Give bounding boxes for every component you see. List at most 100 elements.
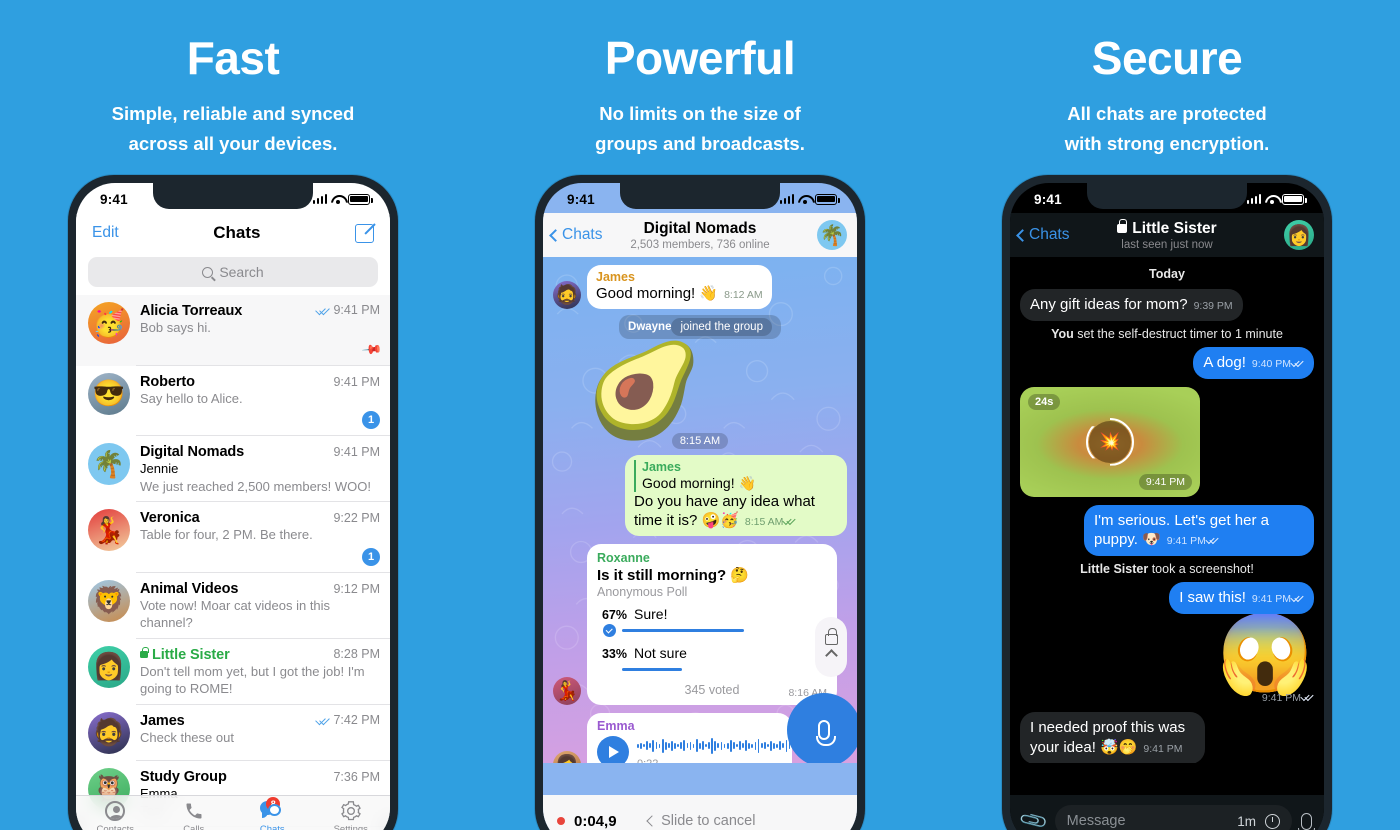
- paperclip-icon[interactable]: 📎: [1017, 804, 1050, 830]
- chat-list-item[interactable]: 🌴 Digital Nomads 9:41 PM Jennie We just reac…: [76, 436, 390, 503]
- recording-bar: 0:04,9 Slide to cancel: [543, 795, 857, 830]
- mic-icon[interactable]: [1298, 812, 1315, 830]
- group-avatar-emoji: 🌴: [819, 224, 845, 247]
- back-button[interactable]: Chats: [1016, 226, 1070, 244]
- message-row-incoming[interactable]: Any gift ideas for mom? 9:39 PM: [1020, 289, 1314, 321]
- message-bubble-out[interactable]: I saw this! 9:41 PM: [1169, 582, 1314, 614]
- headline-secure: Secure: [1091, 32, 1243, 84]
- chat-name: Animal Videos: [140, 581, 238, 597]
- avatar[interactable]: 🧔: [553, 280, 581, 309]
- group-chat-messages[interactable]: 🧔 James Good morning! 👋 8:12 AM Dwayne jo…: [543, 257, 857, 763]
- lock-icon: [140, 647, 149, 659]
- search-input[interactable]: Search: [88, 257, 378, 287]
- poll-option[interactable]: 33% Not sure: [597, 645, 827, 677]
- message-bubble-out[interactable]: I'm serious. Let's get her a puppy. 🐶 9:4…: [1084, 504, 1314, 557]
- message-row-outgoing[interactable]: I saw this! 9:41 PM: [1020, 582, 1314, 614]
- chat-preview: Say hello to Alice.: [140, 390, 243, 406]
- chat-list-item[interactable]: 🥳 Alicia Torreaux 9:41 PM Bob says hi. 📌: [76, 295, 390, 366]
- tab-chats[interactable]: 8 Chats: [233, 797, 312, 830]
- timer-icon[interactable]: [1265, 813, 1280, 829]
- group-avatar[interactable]: 🌴: [817, 220, 847, 250]
- message-bubble-out[interactable]: James Good morning! 👋 Do you have any id…: [625, 454, 847, 536]
- unread-badge: 1: [362, 411, 380, 430]
- record-lock-control[interactable]: [815, 617, 847, 677]
- subline-powerful-line2: groups and broadcasts.: [595, 132, 805, 154]
- subline-fast-line1: Simple, reliable and synced: [111, 103, 355, 124]
- avatar[interactable]: 🦁: [88, 579, 130, 622]
- slide-to-cancel[interactable]: Slide to cancel: [617, 813, 787, 829]
- message-bubble-in[interactable]: I needed proof this was your idea! 🤯🤭 9:4…: [1020, 711, 1205, 763]
- service-message-join: Dwayne joined the group: [553, 314, 847, 339]
- message-row-incoming[interactable]: 🧔 James Good morning! 👋 8:12 AM: [553, 265, 847, 309]
- subline-fast: Simple, reliable and synced across all y…: [0, 99, 466, 158]
- poll-card[interactable]: Roxanne Is it still morning? 🤔 Anonymous…: [587, 543, 837, 705]
- self-destruct-photo-row[interactable]: 24s 💥 9:41 PM: [1020, 386, 1314, 497]
- message-time: 8:15 AM: [744, 516, 784, 529]
- record-mic-button[interactable]: [787, 693, 857, 763]
- avatar[interactable]: 💃: [553, 676, 581, 705]
- message-bubble[interactable]: James Good morning! 👋 8:12 AM: [587, 265, 772, 309]
- message-row-outgoing[interactable]: A dog! 9:40 PM: [1020, 346, 1314, 379]
- avatar[interactable]: 🧔: [88, 711, 130, 754]
- poll-option[interactable]: 67% Sure!: [597, 606, 827, 638]
- contact-name: Little Sister: [1132, 219, 1217, 237]
- day-separator: Today: [1149, 267, 1185, 281]
- avatar[interactable]: 👩: [88, 645, 130, 688]
- message-composer: 📎 Message 1m: [1010, 795, 1324, 830]
- message-row-outgoing[interactable]: James Good morning! 👋 Do you have any id…: [553, 454, 847, 536]
- secret-chat-messages[interactable]: Today Any gift ideas for mom? 9:39 PM You…: [1010, 257, 1324, 763]
- tab-settings[interactable]: Settings: [312, 801, 391, 830]
- chat-list-item[interactable]: 🦁 Animal Videos 9:12 PM Vote now! Moar cat …: [76, 573, 390, 639]
- chat-name-text: James: [140, 712, 185, 729]
- play-icon[interactable]: [597, 736, 629, 763]
- message-row-incoming[interactable]: I needed proof this was your idea! 🤯🤭 9:4…: [1020, 711, 1314, 763]
- avatar-emoji: 🦁: [92, 585, 126, 616]
- sticker-shocked[interactable]: 😱: [1020, 614, 1314, 692]
- chat-preview: We just reached 2,500 members! WOO!: [140, 478, 371, 494]
- chat-meta: 7:42 PM: [316, 713, 380, 727]
- service-actor: You: [1051, 326, 1074, 341]
- message-input[interactable]: Message 1m: [1054, 805, 1292, 830]
- avatar[interactable]: 🥳: [88, 302, 130, 344]
- chat-time: 9:22 PM: [333, 511, 380, 526]
- message-text: A dog!: [1203, 353, 1246, 371]
- compose-icon[interactable]: [354, 223, 374, 243]
- read-ticks-icon: [1291, 359, 1304, 368]
- lock-icon: [1117, 219, 1128, 233]
- voice-message-card[interactable]: Emma 0:22 8:17 AM: [587, 712, 809, 763]
- avatar-emoji: 💃: [92, 514, 126, 545]
- contact-avatar[interactable]: 👩: [1284, 220, 1314, 250]
- self-destruct-timer-label[interactable]: 1m: [1237, 814, 1256, 829]
- edit-button[interactable]: Edit: [92, 224, 119, 242]
- message-bubble-in[interactable]: Any gift ideas for mom? 9:39 PM: [1020, 289, 1243, 321]
- tab-contacts[interactable]: Contacts: [76, 801, 155, 830]
- tab-calls[interactable]: Calls: [155, 801, 234, 830]
- message-row-outgoing[interactable]: I'm serious. Let's get her a puppy. 🐶 9:4…: [1020, 504, 1314, 557]
- status-time: 9:41: [1034, 191, 1062, 207]
- avatar[interactable]: 👩: [553, 750, 581, 763]
- chats-icon: 8: [260, 797, 284, 821]
- sticker-avocado[interactable]: 🥑: [587, 345, 847, 437]
- waveform: [637, 735, 809, 757]
- join-text: joined the group: [671, 317, 772, 336]
- self-destruct-photo[interactable]: 24s 💥 9:41 PM: [1020, 386, 1200, 497]
- chat-list-item[interactable]: 😎 Roberto 9:41 PM Say hello to Alice. 1: [76, 366, 390, 437]
- wifi-icon: [1265, 194, 1278, 204]
- avatar[interactable]: 🌴: [88, 443, 130, 486]
- message-time: 9:40 PM: [1251, 357, 1291, 370]
- chat-list-item[interactable]: 👩 Little Sister 8:28 PM Don't tell mom yet,…: [76, 639, 390, 706]
- chat-list-item[interactable]: 💃 Veronica 9:22 PM Table for four, 2 PM. Be…: [76, 502, 390, 573]
- poll-row[interactable]: 💃 Roxanne Is it still morning? 🤔 Anonymo…: [553, 543, 847, 705]
- status-indicators: [1246, 193, 1307, 205]
- avatar[interactable]: 😎: [88, 372, 130, 415]
- tab-bar[interactable]: Contacts Calls 8 Chats Settings: [76, 795, 390, 830]
- back-button[interactable]: Chats: [549, 226, 603, 244]
- message-bubble-out[interactable]: A dog! 9:40 PM: [1193, 346, 1314, 379]
- chat-list-item[interactable]: 🧔 James 7:42 PM Check these out: [76, 705, 390, 761]
- column-powerful: Powerful No limits on the size of groups…: [467, 0, 933, 830]
- chat-name-text: Veronica: [140, 510, 200, 527]
- subline-secure-line2: with strong encryption.: [1064, 132, 1270, 154]
- avatar[interactable]: 💃: [88, 509, 130, 552]
- chat-list[interactable]: 🥳 Alicia Torreaux 9:41 PM Bob says hi. 📌 😎 Rob…: [76, 295, 390, 828]
- chat-name: Digital Nomads: [140, 444, 244, 460]
